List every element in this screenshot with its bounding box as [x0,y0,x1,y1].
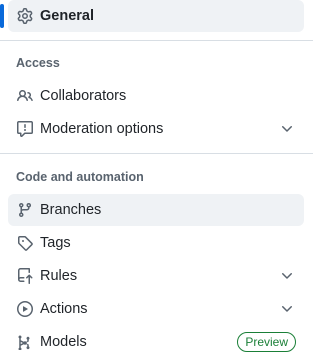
sidebar-item-label: Rules [40,268,78,284]
git-branch-icon [17,202,33,218]
sidebar-item-general[interactable]: General [8,0,304,32]
group-title-code-and-automation: Code and automation [16,170,144,184]
divider [0,153,313,154]
chevron-down-icon[interactable] [279,301,295,317]
report-icon [17,121,33,137]
sidebar-item-collaborators[interactable]: Collaborators [8,80,304,112]
sidebar-item-branches[interactable]: Branches [8,194,304,226]
sidebar-item-actions[interactable]: Actions [8,293,304,325]
divider [0,40,313,41]
settings-sidebar-nav: General Access Collaborators Moderation … [0,0,313,361]
sidebar-item-rules[interactable]: Rules [8,260,304,292]
ai-model-icon [17,334,33,350]
group-title-access: Access [16,56,60,70]
active-indicator [0,4,4,28]
sidebar-item-label: Moderation options [40,121,164,137]
sidebar-item-label: Branches [40,202,102,218]
tag-icon [17,235,33,251]
sidebar-item-tags[interactable]: Tags [8,227,304,259]
chevron-down-icon[interactable] [279,121,295,137]
sidebar-item-label: Tags [40,235,71,251]
people-icon [17,88,33,104]
sidebar-item-label: Collaborators [40,88,127,104]
sidebar-item-label: Actions [40,301,88,317]
sidebar-item-moderation-options[interactable]: Moderation options [8,113,304,145]
sidebar-item-label: Models [40,334,87,350]
play-icon [17,301,33,317]
repo-push-icon [17,268,33,284]
preview-badge: Preview [237,332,296,352]
sidebar-item-label: General [40,8,94,24]
chevron-down-icon[interactable] [279,268,295,284]
gear-icon [17,8,33,24]
sidebar-item-models[interactable]: Models Preview [8,326,304,358]
